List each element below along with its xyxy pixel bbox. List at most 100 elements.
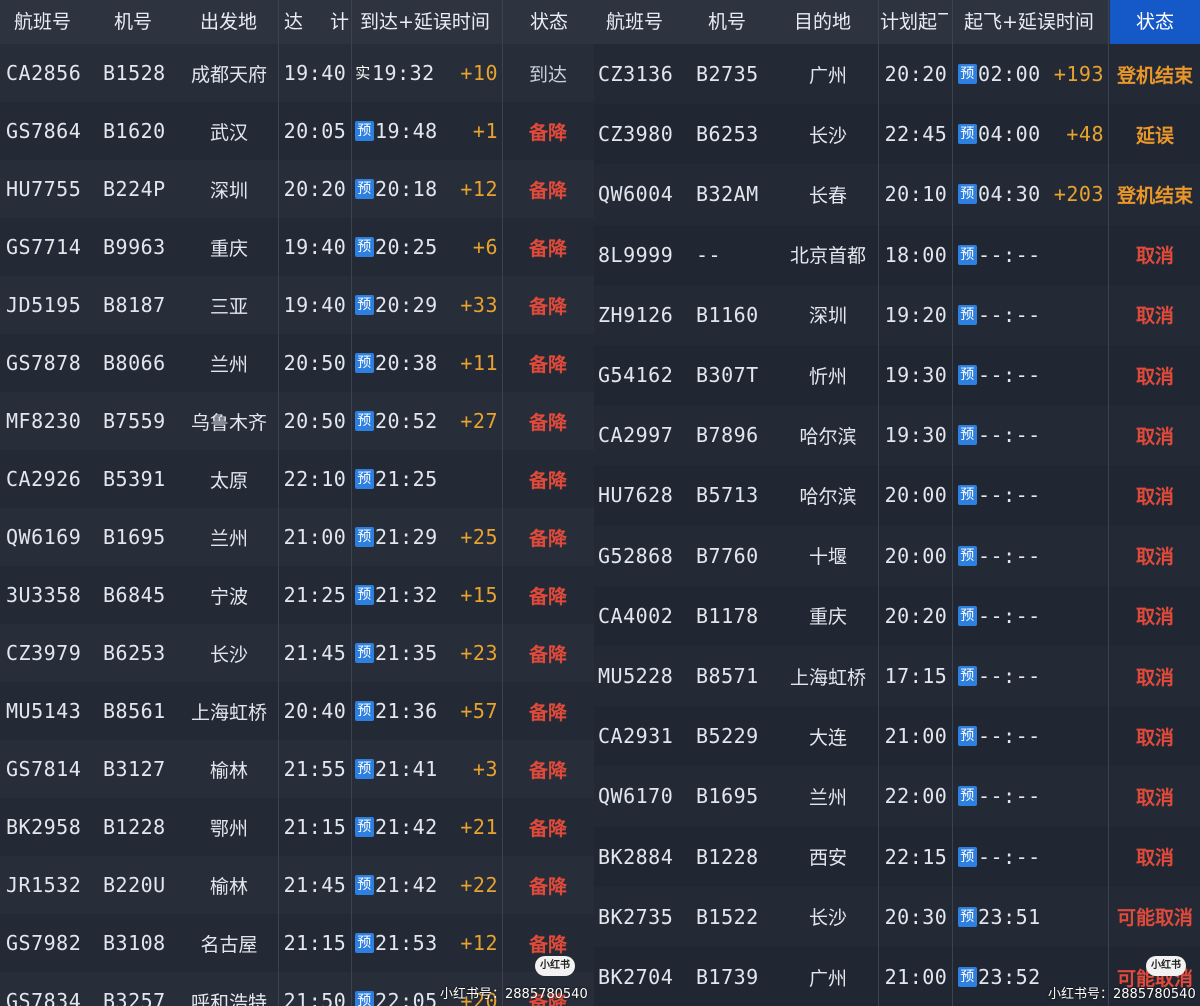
flight-row[interactable]: CZ3979 B6253 长沙 21:45 预 21:35 +23 备降 xyxy=(0,624,594,683)
estimated-time: 预 20:29 xyxy=(355,276,440,334)
flight-row[interactable]: GS7814 B3127 榆林 21:55 预 21:41 +3 备降 xyxy=(0,740,594,799)
flight-row[interactable]: HU7755 B224P 深圳 20:20 预 20:18 +12 备降 xyxy=(0,160,594,219)
destination-city: 长沙 xyxy=(808,907,847,930)
estimate-badge: 预 xyxy=(958,485,977,506)
header-aircraft[interactable]: 机号 xyxy=(708,0,768,44)
flight-row[interactable]: JD5195 B8187 三亚 19:40 预 20:29 +33 备降 xyxy=(0,276,594,335)
origin-city: 榆林 xyxy=(209,759,248,782)
estimated-time: 预 23:51 xyxy=(958,887,1046,947)
flight-row[interactable]: 8L9999 -- 北京首都 18:00 预 --:-- 取消 xyxy=(594,224,1200,286)
flight-row[interactable]: CZ3980 B6253 长沙 22:45 预 04:00 +48 延误 xyxy=(594,104,1200,166)
flight-row[interactable]: CZ3136 B2735 广州 20:20 预 02:00 +193 登机结束 xyxy=(594,44,1200,106)
scheduled-time: 19:40 xyxy=(283,61,347,85)
scheduled-time: 21:00 xyxy=(884,965,948,990)
flight-row[interactable]: QW6004 B32AM 长春 20:10 预 04:30 +203 登机结束 xyxy=(594,164,1200,226)
flight-row[interactable]: MF8230 B7559 乌鲁木齐 20:50 预 20:52 +27 备降 xyxy=(0,392,594,451)
delay-minutes: +33 xyxy=(460,293,498,317)
flight-row[interactable]: CA2856 B1528 成都天府 19:40 实 19:32 +10 到达 xyxy=(0,44,594,103)
aircraft-number: B2735 xyxy=(696,62,759,87)
scheduled-time: 19:40 xyxy=(283,235,347,259)
scheduled-time: 20:20 xyxy=(283,177,347,201)
aircraft-number: B32AM xyxy=(696,182,759,207)
delay-minutes: +3 xyxy=(472,757,498,781)
flight-row[interactable]: MU5228 B8571 上海虹桥 17:15 预 --:-- 取消 xyxy=(594,646,1200,708)
time-value: 21:35 xyxy=(375,641,438,665)
flight-row[interactable]: CA2997 B7896 哈尔滨 19:30 预 --:-- 取消 xyxy=(594,405,1200,467)
aircraft-number: B1695 xyxy=(696,784,759,809)
aircraft-number: B224P xyxy=(103,177,166,201)
time-value: --:-- xyxy=(978,242,1041,267)
flight-number: CZ3980 xyxy=(598,122,674,147)
estimate-badge: 预 xyxy=(958,786,977,807)
origin-city: 鄂州 xyxy=(209,817,248,840)
flight-row[interactable]: CA4002 B1178 重庆 20:20 预 --:-- 取消 xyxy=(594,585,1200,647)
estimated-time: 预 --:-- xyxy=(958,646,1046,706)
flight-status: 备降 xyxy=(528,411,567,434)
flight-row[interactable]: MU5143 B8561 上海虹桥 20:40 预 21:36 +57 备降 xyxy=(0,682,594,741)
estimate-badge: 预 xyxy=(355,933,374,953)
header-eta-delay[interactable]: 到达+延误时间 xyxy=(360,0,500,44)
aircraft-number: B1695 xyxy=(103,525,166,549)
destination-city: 长沙 xyxy=(808,124,847,147)
flight-row[interactable]: ZH9126 B1160 深圳 19:20 预 --:-- 取消 xyxy=(594,284,1200,346)
flight-row[interactable]: CA2931 B5229 大连 21:00 预 --:-- 取消 xyxy=(594,706,1200,768)
estimate-badge: 预 xyxy=(958,967,977,988)
estimated-time: 预 --:-- xyxy=(958,706,1046,766)
time-value: --:-- xyxy=(978,423,1041,448)
estimate-badge: 预 xyxy=(958,124,977,145)
flight-row[interactable]: JR1532 B220U 榆林 21:45 预 21:42 +22 备降 xyxy=(0,856,594,915)
destination-city: 兰州 xyxy=(808,786,847,809)
header-flight[interactable]: 航班号 xyxy=(14,0,104,44)
aircraft-number: B1160 xyxy=(696,302,759,327)
destination-city: 忻州 xyxy=(808,365,847,388)
estimate-badge: 预 xyxy=(355,527,374,547)
aircraft-number: B3257 xyxy=(103,989,166,1006)
watermark-text: 小红书号：2885780540 xyxy=(1048,987,1196,1002)
estimate-badge: 预 xyxy=(958,846,977,867)
flight-row[interactable]: GS7864 B1620 武汉 20:05 预 19:48 +1 备降 xyxy=(0,102,594,161)
flight-row[interactable]: QW6170 B1695 兰州 22:00 预 --:-- 取消 xyxy=(594,766,1200,828)
flight-row[interactable]: G54162 B307T 忻州 19:30 预 --:-- 取消 xyxy=(594,345,1200,407)
watermark-logo: 小红书 xyxy=(1146,956,1186,976)
header-scheduled[interactable]: 计划起飞 xyxy=(880,0,948,44)
flight-number: CA2856 xyxy=(6,61,82,85)
estimate-badge: 预 xyxy=(958,605,977,626)
header-status-active[interactable]: 状态 xyxy=(1110,0,1200,44)
aircraft-number: B8571 xyxy=(696,664,759,689)
header-destination[interactable]: 目的地 xyxy=(794,0,864,44)
flight-row[interactable]: G52868 B7760 十堰 20:00 预 --:-- 取消 xyxy=(594,525,1200,587)
destination-city: 哈尔滨 xyxy=(799,485,857,508)
flight-row[interactable]: GS7714 B9963 重庆 19:40 预 20:25 +6 备降 xyxy=(0,218,594,277)
flight-row[interactable]: CA2926 B5391 太原 22:10 预 21:25 备降 xyxy=(0,450,594,509)
scheduled-time: 21:45 xyxy=(283,873,347,897)
flight-status: 取消 xyxy=(1135,546,1174,569)
estimated-time: 预 22:05 xyxy=(355,972,440,1006)
flight-row[interactable]: BK2884 B1228 西安 22:15 预 --:-- 取消 xyxy=(594,826,1200,888)
destination-city: 北京首都 xyxy=(789,245,866,268)
delay-minutes xyxy=(1046,766,1104,826)
delay-minutes xyxy=(440,450,498,508)
flight-row[interactable]: HU7628 B5713 哈尔滨 20:00 预 --:-- 取消 xyxy=(594,465,1200,527)
header-etd-delay[interactable]: 起飞+延误时间 xyxy=(964,0,1104,44)
scheduled-time: 21:50 xyxy=(283,989,347,1006)
flight-number: QW6170 xyxy=(598,784,674,809)
estimate-badge: 预 xyxy=(958,906,977,927)
estimated-time: 预 21:36 xyxy=(355,682,440,740)
header-status[interactable]: 状态 xyxy=(504,0,594,44)
column-divider xyxy=(878,0,879,1006)
header-aircraft[interactable]: 机号 xyxy=(114,0,174,44)
header-origin[interactable]: 出发地 xyxy=(200,0,270,44)
header-scheduled[interactable]: 达 xyxy=(284,0,314,44)
time-value: 21:25 xyxy=(375,467,438,491)
flight-status: 备降 xyxy=(528,585,567,608)
time-value: 04:00 xyxy=(978,122,1041,147)
estimate-badge: 预 xyxy=(355,121,374,141)
flight-row[interactable]: BK2735 B1522 长沙 20:30 预 23:51 可能取消 xyxy=(594,886,1200,948)
header-flight[interactable]: 航班号 xyxy=(606,0,696,44)
flight-status: 取消 xyxy=(1135,786,1174,809)
flight-row[interactable]: GS7982 B3108 名古屋 21:15 预 21:53 +12 备降 xyxy=(0,914,594,973)
flight-row[interactable]: QW6169 B1695 兰州 21:00 预 21:29 +25 备降 xyxy=(0,508,594,567)
flight-row[interactable]: GS7878 B8066 兰州 20:50 预 20:38 +11 备降 xyxy=(0,334,594,393)
flight-row[interactable]: 3U3358 B6845 宁波 21:25 预 21:32 +15 备降 xyxy=(0,566,594,625)
flight-row[interactable]: BK2958 B1228 鄂州 21:15 预 21:42 +21 备降 xyxy=(0,798,594,857)
